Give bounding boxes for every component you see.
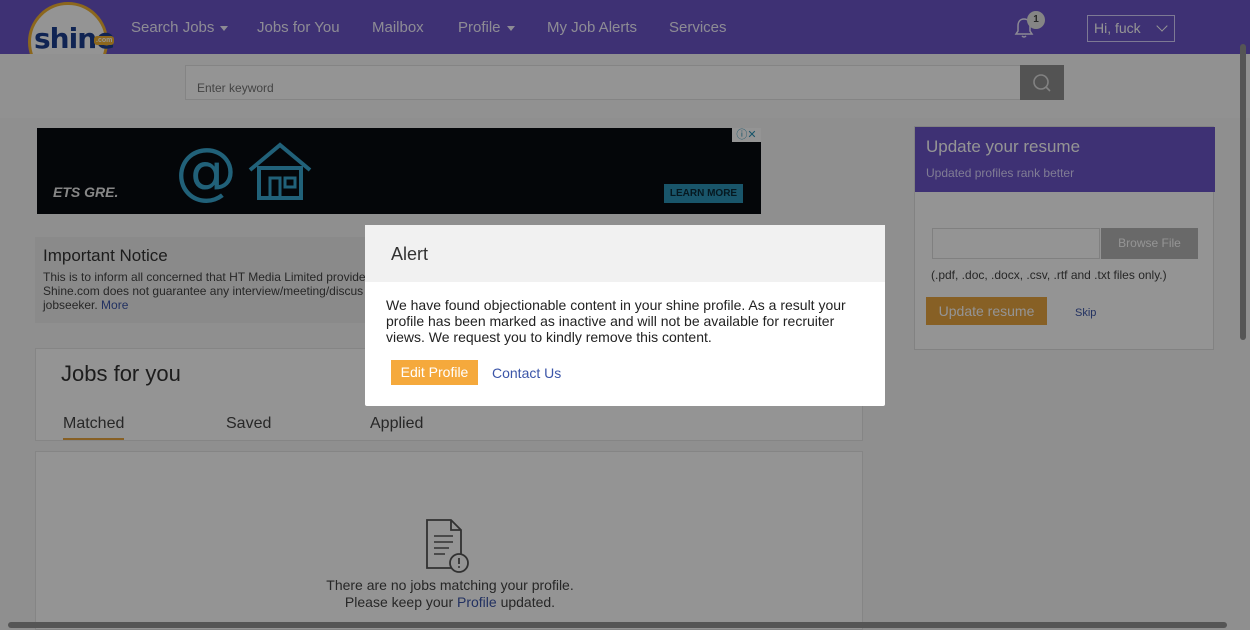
vertical-scrollbar[interactable] (1240, 44, 1246, 340)
contact-us-link[interactable]: Contact Us (492, 365, 561, 381)
alert-dialog: Alert We have found objectionable conten… (365, 225, 885, 406)
horizontal-scrollbar[interactable] (8, 622, 1227, 628)
alert-title: Alert (365, 225, 885, 282)
edit-profile-button[interactable]: Edit Profile (391, 360, 478, 385)
alert-message: We have found objectionable content in y… (386, 297, 846, 345)
